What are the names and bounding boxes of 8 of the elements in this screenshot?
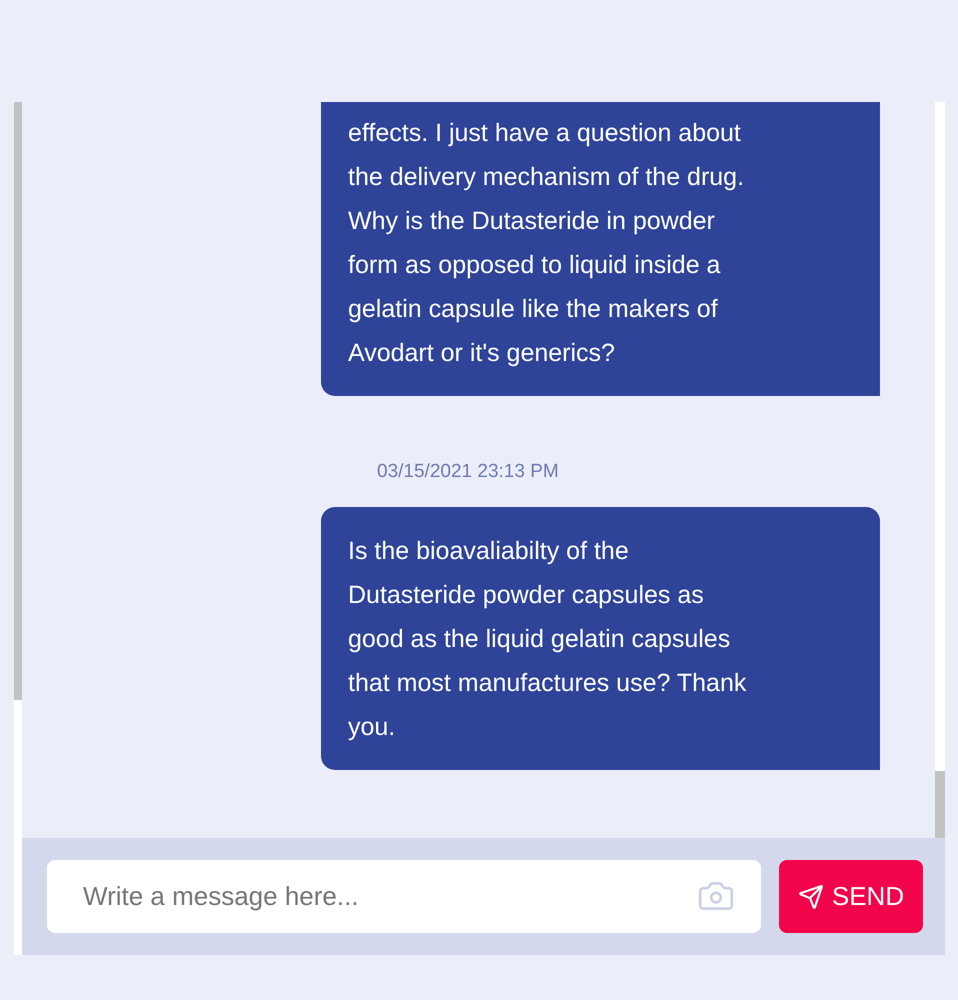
message-timestamp: 03/15/2021 23:13 PM [377, 461, 559, 482]
message-text: effects. I just have a question about the delivery mechanism of the drug. Why is the Dutasteride in powder form as opposed to liquid inside a gelatin capsule like the makers of Avodart or it's generics? [348, 118, 746, 369]
message-text: Is the bioavaliabilty of the Dutasteride powder capsules as good as the liquid gelatin capsules that most manufactures use? Thank you. [348, 536, 748, 743]
scrollbar[interactable] [14, 102, 22, 700]
scrollbar-thumb[interactable] [935, 771, 945, 838]
send-icon [798, 884, 824, 910]
send-button[interactable]: SEND [779, 860, 923, 933]
message-field[interactable]: Write a message here... [47, 860, 761, 933]
